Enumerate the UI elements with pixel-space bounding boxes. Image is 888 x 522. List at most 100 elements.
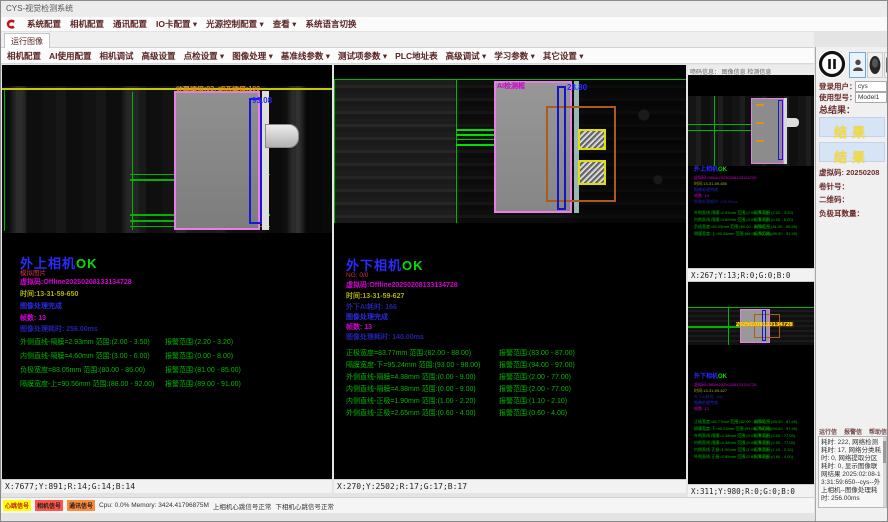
tool-other-settings[interactable]: 其它设置 ▾ [543,50,584,62]
mini-top-statusbar: X:267;Y:13;R:0;G:0;B:0 [688,268,814,281]
menu-bar: 系统配置 相机配置 通讯配置 IO卡配置 ▾ 光源控制配置 ▾ 查看 ▾ 系统语… [1,17,887,32]
pause-icon [818,50,846,78]
tool-baseline-params[interactable]: 基准线参数 ▾ [281,50,330,62]
alarm-range-text: 报警范围:(89.00 - 91.00) [165,381,241,388]
measure-hline-green [130,179,176,181]
tool-advanced-debug[interactable]: 高级调试 ▾ [446,50,487,62]
alarm-range-text: 报警范围:(1.10 - 2.10) [499,398,567,405]
mid-camera-panel: AI检测框 28.80 外下相机OK NG: 0/0 虚拟码:Offline20… [334,65,686,493]
menu-item-system[interactable]: 系统配置 [27,18,61,30]
menu-item-comm[interactable]: 通讯配置 [113,18,147,30]
tool-spot-check[interactable]: 点检设置 ▾ [184,50,225,62]
window-title: CYS-视觉检测系统 [6,5,73,13]
camera-subtitle: NG: 0/0 [346,273,368,280]
mini-time-line: 时间:13-31-59-627 [694,389,727,393]
mini-alarm: 报警范围:(2.20 - 3.20) [754,211,793,215]
mini-elapsed-line: 图像处理耗时: 256.00ms [694,200,738,204]
tool-camera-config[interactable]: 相机配置 [7,50,41,62]
mini-camera-title: 外上相机OK [694,167,727,173]
app-window: CYS-视觉检测系统 系统配置 相机配置 通讯配置 IO卡配置 ▾ 光源控制配置… [0,0,888,522]
done-line: 图像处理完成 [20,303,62,310]
mini-camera-column: 喷码信息： 图像信息 检测信息 外上相机OK 虚拟码:Offline202502… [688,65,814,497]
measurement-text: 隔膜宽度-下=95.24mm 范围:(93.00 - 98.00) [346,362,480,369]
operator-button[interactable] [867,52,883,78]
tab-strip: 运行图像 [1,32,814,48]
separator-strip [262,91,269,230]
cpu-memory-text: Cpu: 0.0% Memory: 3424.41796875M [99,502,209,509]
tool-ai-config[interactable]: AI使用配置 [49,50,92,62]
mid-camera-image[interactable]: AI检测框 28.80 [334,79,686,223]
measure-hline-green [456,129,494,131]
measure-hline-green [456,134,494,136]
mini-bottom-view[interactable]: 20250208133134728 外下相机OK 虚拟码:Offline2025… [688,282,814,497]
roi-rect-pink [174,91,260,230]
elapsed-line: 图像处理耗时: 256.00ms [20,326,98,333]
app-status-bar: 心跳信号 相机信号 通讯信号 Cpu: 0.0% Memory: 3424.41… [1,497,814,513]
camera-signal-badge: 相机信号 [35,500,63,511]
user-label: 登录用户： [819,83,857,91]
log-scrollbar[interactable] [883,437,886,507]
result-block-lower: 结果 [819,142,885,162]
heartbeat-badge: 心跳信号 [3,500,31,511]
alarm-range-text: 报警范围:(2.20 - 3.20) [165,339,233,346]
menu-item-language[interactable]: 系统语言切换 [305,18,356,30]
barcode-info: 虚拟码: 20250208 [819,169,879,177]
right-control-panel: 登录用户： cys 使用型号： Model1 总结果： 结果 结果 虚拟码: 2… [815,47,888,522]
alarm-range-text: 报警范围:(0.60 - 4.00) [499,410,567,417]
threshold-overlay-text: 计算阈值:93, 动态阈值:100 [176,86,260,93]
menu-item-io[interactable]: IO卡配置 ▾ [156,18,197,30]
user-value-field[interactable]: cys [855,81,887,92]
model-label: 使用型号： [819,94,857,102]
mid-camera-statusbar: X:270;Y:2502;R:17;G:17;B:17 [334,479,686,493]
tool-advanced-settings[interactable]: 高级设置 [142,50,176,62]
alarm-range-text: 报警范围:(81.00 - 85.00) [165,367,241,374]
log-box[interactable]: 耗时: 222, 网络检测耗时: 17, 网络分类耗时: 0, 网络提取分区耗时… [818,436,887,508]
measure-line-green [714,96,715,166]
mini-alarm: 报警范围:(89.00 - 91.00) [754,232,797,236]
exit-button[interactable] [884,52,888,78]
frames-line: 帧数: 13 [20,315,46,322]
result-block-upper: 结果 [819,117,885,137]
menu-item-camera[interactable]: 相机配置 [70,18,104,30]
left-camera-image[interactable]: 计算阈值:93, 动态阈值:100 93.08 [2,86,332,233]
down-camera-heartbeat-text: 下相机心跳信号正常 [275,501,334,511]
ai-roi-label: AI检测框 [497,83,525,90]
tool-image-process[interactable]: 图像处理 ▾ [232,50,273,62]
model-value-field[interactable]: Model1 [855,92,887,103]
menu-item-light[interactable]: 光源控制配置 ▾ [206,18,264,30]
tool-test-params[interactable]: 测试项参数 ▾ [338,50,387,62]
alarm-range-text: 报警范围:(94.00 - 97.00) [499,362,575,369]
frames-line: 帧数: 13 [346,324,372,331]
measurement-text: 内侧直线-隔膜=4.60mm 范围:(3.00 - 6.00) [20,353,150,360]
alarm-range-text: 报警范围:(2.00 - 77.00) [499,374,571,381]
roi-rect-blue [557,86,566,210]
tool-camera-debug[interactable]: 相机调试 [100,50,134,62]
measurement-text: 正极宽度=83.77mm 范围:(82.00 - 88.00) [346,350,471,357]
mini-top-view[interactable]: 外上相机OK 虚拟码:Offline20250208133134728 时间:1… [688,75,814,282]
mini-bottom-image[interactable]: 20250208133134728 [688,307,814,345]
mini-alarm: 报警范围:(2.00 - 77.00) [754,434,795,438]
measurement-text: 负极宽度=83.05mm 范围:(80.00 - 86.00) [20,367,145,374]
measure-hline-green [456,144,494,146]
mini-frames-line: 帧数: 13 [694,194,709,198]
alarm-range-text: 报警范围:(2.00 - 77.00) [499,386,571,393]
menu-item-view[interactable]: 查看 ▾ [273,18,297,30]
tool-learn-params[interactable]: 学习参数 ▾ [494,50,535,62]
qrcode-label: 二维码： [819,196,849,204]
tab-metal-part [265,124,299,148]
measurement-text: 隔膜宽度-上=90.56mm 范围:(88.00 - 92.00) [20,381,154,388]
mini-top-image[interactable] [688,96,814,166]
log-text: 耗时: 222, 网络检测耗时: 17, 网络分类耗时: 0, 网络提取分区耗时… [821,439,881,502]
barcode-line: 虚拟码:Offline20250208133134728 [20,279,132,286]
mini-done-line: 图像处理完成 [694,401,718,405]
left-camera-statusbar: X:7677;Y:891;R:14;G:14;B:14 [2,479,332,493]
pause-button[interactable] [818,50,846,78]
measure-line-green [456,79,457,223]
mini-alarm: 报警范围:(81.00 - 85.00) [754,225,797,229]
mini-alarm: 报警范围:(1.10 - 2.10) [754,448,793,452]
bottom-filler [1,513,814,522]
user-button[interactable] [849,52,866,78]
tab-run-image[interactable]: 运行图像 [4,33,50,49]
mini-done-line: 图像处理完成 [694,188,718,192]
tool-plc-table[interactable]: PLC地址表 [395,50,438,62]
